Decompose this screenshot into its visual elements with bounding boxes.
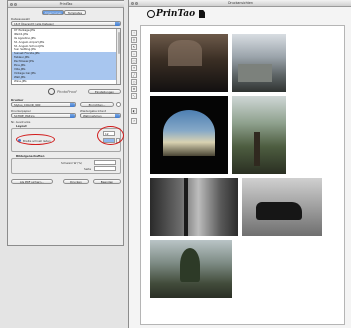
- width-field[interactable]: [94, 160, 116, 165]
- photoproof-logo: PhotoProof: [48, 88, 82, 95]
- paper-select-value: SCHOE_PAP.ics: [14, 114, 35, 118]
- photo-detail: [254, 132, 260, 166]
- left-title-bar: PrintTao: [8, 1, 124, 8]
- photo-dark-landscape[interactable]: [150, 34, 228, 92]
- help-icon[interactable]: ?: [131, 118, 137, 124]
- logo-text: PrinTao: [156, 9, 196, 19]
- zoom-icon[interactable]: ⚲: [131, 37, 137, 43]
- quality-select[interactable]: Wahrnehmen: [80, 113, 121, 118]
- paper-select[interactable]: SCHOE_PAP.ics: [11, 113, 76, 118]
- move-icon[interactable]: ✥: [131, 86, 137, 92]
- color-icon[interactable]: ◐: [131, 108, 137, 114]
- photo-detail: [168, 40, 202, 66]
- list-item[interactable]: Wine.JPG: [12, 79, 120, 84]
- print-button[interactable]: Drucken: [63, 179, 89, 184]
- page-field[interactable]: [94, 166, 116, 171]
- printer-select[interactable]: Stylus_COLOR_900: [11, 102, 76, 107]
- rect-icon[interactable]: □: [131, 58, 137, 64]
- printer-setup-button[interactable]: Einrichten...: [80, 102, 114, 107]
- file-list-scrollbar[interactable]: [116, 29, 120, 84]
- photo-village-street[interactable]: [150, 178, 238, 236]
- right-title-bar: Druckansichten: [129, 0, 351, 7]
- photo-detail: [256, 202, 302, 220]
- folder-select[interactable]: 16 P Übersicht (alle Dateien): [11, 21, 121, 26]
- close-icon[interactable]: [131, 2, 134, 5]
- page-label: Seite: [84, 167, 92, 171]
- photo-olive-tree[interactable]: [232, 96, 286, 174]
- chevron-down-icon: [115, 22, 120, 26]
- info-icon[interactable]: [116, 102, 121, 107]
- save-pdf-button[interactable]: Als PDF sichern...: [11, 179, 53, 184]
- rotate-icon[interactable]: ↻: [131, 44, 137, 50]
- minimize-icon[interactable]: [135, 2, 138, 5]
- scale-icon[interactable]: ⤡: [131, 93, 137, 99]
- photo-detail: [163, 110, 215, 156]
- print-settings-window: PrintTao Allgemeines Templates Dateiausw…: [7, 0, 124, 246]
- oval-icon[interactable]: ○: [131, 79, 137, 85]
- left-window-title: PrintTao: [59, 2, 73, 6]
- photo-vintage-car[interactable]: [242, 178, 322, 236]
- hand-icon[interactable]: ☝: [131, 30, 137, 36]
- text-icon[interactable]: T: [131, 65, 137, 71]
- right-window-title: Druckansichten: [228, 1, 253, 5]
- logo-mark-icon: [147, 10, 155, 18]
- line-icon[interactable]: ╱: [131, 72, 137, 78]
- crop-icon[interactable]: ⌗: [131, 51, 137, 57]
- chevron-down-icon: [70, 103, 75, 107]
- settings-button[interactable]: Einstellungen: [88, 89, 121, 94]
- brand-label: PhotoProof: [57, 89, 77, 94]
- close-icon[interactable]: [10, 3, 13, 6]
- photo-detail: [184, 178, 188, 236]
- spiral-icon: [48, 88, 55, 95]
- file-list[interactable]: 07 Parkage.JPG IPark1.JPG IG Agostino.JP…: [11, 28, 121, 85]
- minimize-icon[interactable]: [14, 3, 17, 6]
- photo-mountain-village[interactable]: [232, 34, 286, 92]
- scroll-thumb[interactable]: [117, 32, 120, 54]
- tab-templates[interactable]: Templates: [64, 10, 86, 15]
- quit-button[interactable]: Beenden: [93, 179, 121, 184]
- width-label: Schwarz W (%): [61, 161, 83, 165]
- count-highlight: [97, 126, 124, 145]
- tab-general[interactable]: Allgemeines: [42, 10, 64, 15]
- printer-select-value: Stylus_COLOR_900: [14, 103, 41, 107]
- photo-pine-landscape[interactable]: [150, 240, 232, 298]
- photo-detail: [180, 248, 200, 282]
- orientation-highlight: [16, 134, 55, 145]
- chevron-down-icon: [70, 114, 75, 118]
- photo-detail: [238, 64, 272, 82]
- folder-select-value: 16 P Übersicht (alle Dateien): [14, 22, 55, 26]
- printao-logo: PrinTao: [147, 9, 207, 21]
- photo-arch-sky[interactable]: [150, 96, 228, 174]
- quality-select-value: Wahrnehmen: [83, 114, 102, 118]
- chevron-down-icon: [115, 114, 120, 118]
